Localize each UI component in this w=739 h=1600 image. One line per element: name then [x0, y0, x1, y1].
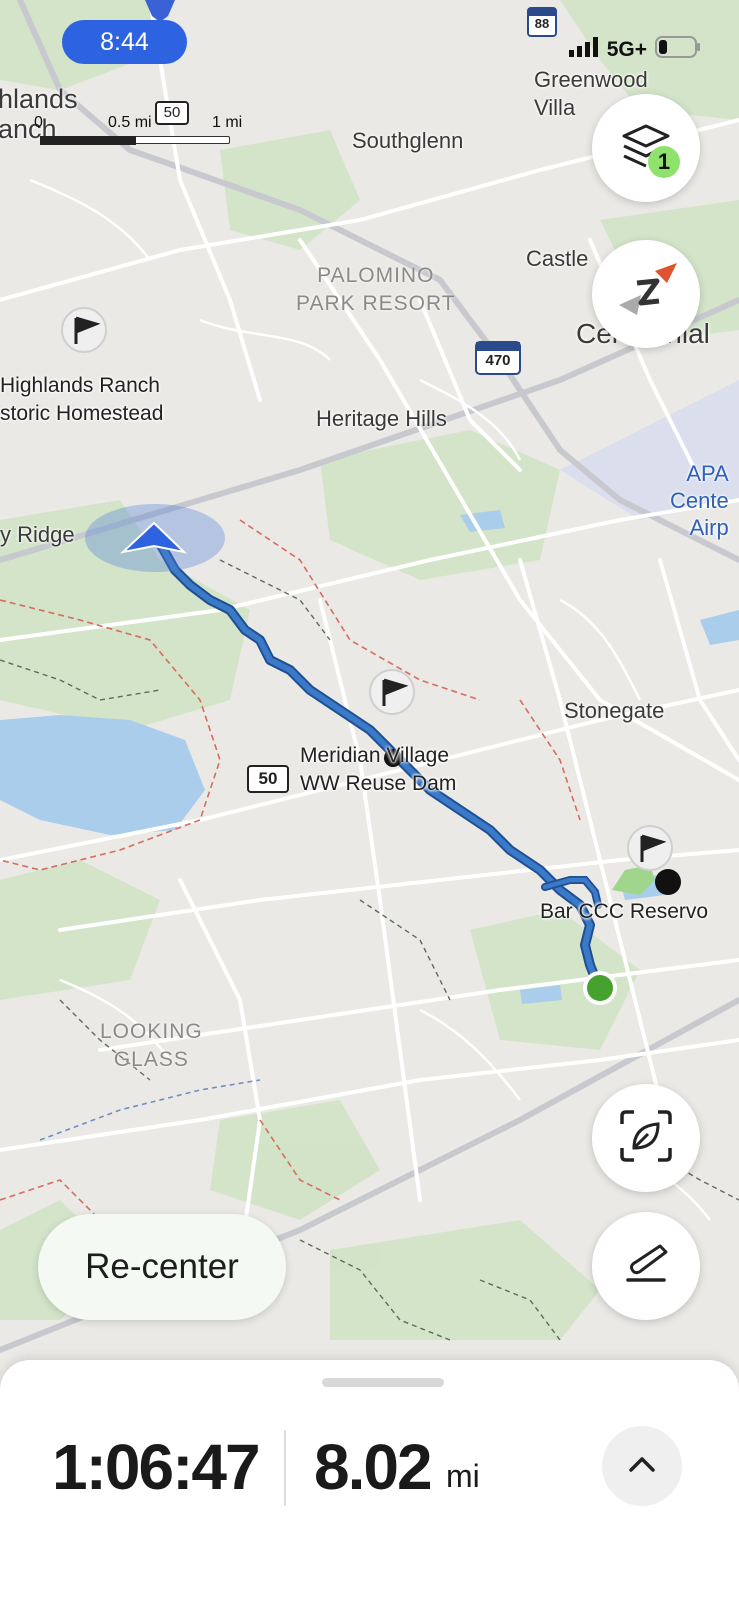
scale-zero: 0 — [34, 114, 43, 131]
label-southglenn: Southglenn — [352, 128, 464, 153]
scale-half: 0.5 mi — [108, 114, 152, 131]
label-looking-glass: LOOKING GLASS — [100, 1020, 203, 1071]
label-apa-airport: APA Cente Airp — [670, 461, 729, 540]
sheet-drag-handle[interactable] — [322, 1378, 444, 1387]
label-heritage-hills: Heritage Hills — [316, 406, 447, 431]
network-type: 5G+ — [606, 38, 647, 61]
draw-route-button[interactable] — [592, 1212, 700, 1320]
distance-value: 8.02 — [314, 1431, 433, 1503]
map-layers-button[interactable]: 1 — [592, 94, 700, 202]
map-scale-bar: 0 0.5 mi 1 mi — [0, 108, 243, 148]
re-center-button[interactable]: Re-center — [38, 1214, 286, 1320]
battery-icon — [655, 36, 701, 64]
label-ridge: y Ridge — [0, 522, 75, 547]
expand-sheet-button[interactable] — [602, 1426, 682, 1506]
status-bar-right: 5G+ — [568, 36, 701, 64]
distance-unit: mi — [446, 1458, 480, 1494]
elapsed-time: 1:06:47 — [52, 1431, 261, 1503]
label-palomino-park-resort: PALOMINO PARK RESORT — [296, 264, 456, 315]
draw-route-icon — [618, 1236, 674, 1297]
activity-stats-sheet: 1:06:47 8.02 mi — [0, 1360, 739, 1600]
chevron-up-icon — [627, 1454, 657, 1479]
compass-icon — [611, 257, 681, 332]
status-time-pill[interactable]: 8:44 — [62, 20, 187, 64]
leaf-scan-icon — [618, 1108, 674, 1169]
scale-one: 1 mi — [212, 114, 243, 131]
label-castle: Castle — [526, 246, 589, 271]
interstate-470-shield: 470 — [485, 352, 511, 369]
us-50-shield-mid: 50 — [258, 769, 278, 788]
interstate-88-shield: 88 — [534, 16, 550, 31]
label-historic-homestead: Highlands Ranch storic Homestead — [0, 374, 164, 425]
label-stonegate: Stonegate — [564, 698, 665, 723]
label-meridian-village-dam: Meridian Village WW Reuse Dam — [300, 744, 457, 795]
leaf-scan-button[interactable] — [592, 1084, 700, 1192]
layers-count-badge: 1 — [648, 146, 680, 178]
compass-button[interactable] — [592, 240, 700, 348]
cellular-signal-icon — [568, 37, 599, 63]
label-bar-ccc-reservoir: Bar CCC Reservo — [540, 900, 709, 923]
flag-marker-icon — [61, 307, 107, 353]
stats-divider — [284, 1430, 286, 1506]
